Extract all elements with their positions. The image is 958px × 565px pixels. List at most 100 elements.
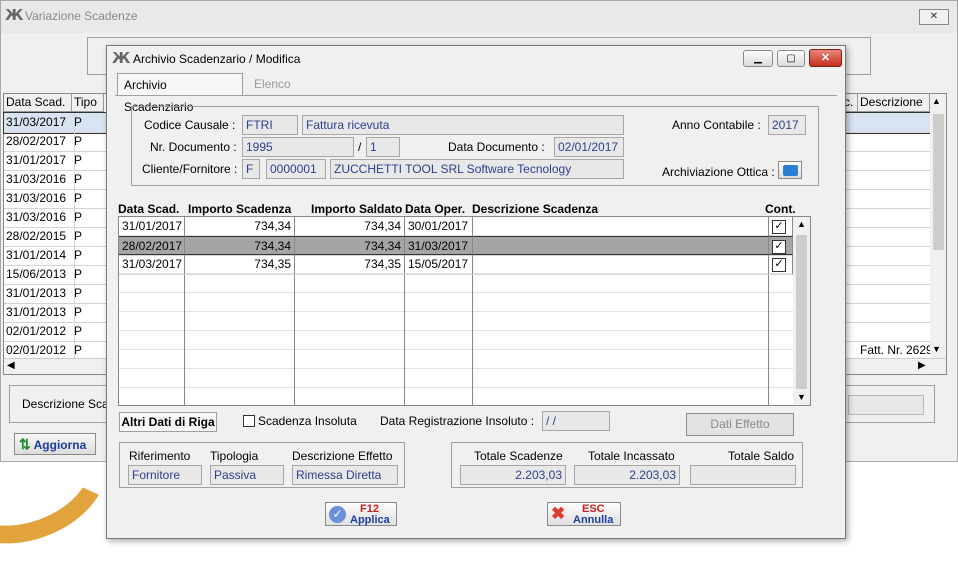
data-documento-field[interactable]: 02/01/2017 [554, 137, 624, 157]
bg-cell-descrizione [858, 189, 933, 208]
archiviazione-ottica-button[interactable] [778, 161, 802, 179]
scroll-left-icon[interactable]: ◀ [7, 360, 15, 371]
cliente-tipo-field[interactable]: F [242, 159, 260, 179]
cell-saldato: 734,34 [295, 236, 405, 255]
bg-cell-date: 02/01/2012 [4, 322, 75, 341]
bg-cell-tipo: P [72, 322, 107, 341]
modal-dialog: Ж Archivio Scadenzario / Modifica ▁ ▢ ✕ … [106, 45, 846, 539]
table-row[interactable]: 31/03/2017 734,35 734,35 15/05/2017 ✓ [119, 255, 793, 275]
descrizione-effetto-label: Descrizione Effetto [292, 449, 393, 463]
effetto-box: Riferimento Fornitore Tipologia Passiva … [119, 442, 405, 488]
cont-cell: ✓ [769, 217, 793, 236]
background-vertical-scrollbar[interactable]: ▲ ▼ [930, 94, 946, 358]
col-descrizione-scadenza[interactable]: Descrizione Scadenza [472, 202, 598, 216]
col-data-oper[interactable]: Data Oper. [405, 202, 465, 216]
cell-data-oper: 15/05/2017 [405, 255, 473, 274]
tipologia-field: Passiva [210, 465, 284, 485]
app-logo-icon: Ж [112, 49, 131, 67]
bg-cell-descrizione [858, 284, 933, 303]
minimize-button[interactable]: ▁ [743, 50, 773, 67]
bg-col-data-scad[interactable]: Data Scad. [4, 94, 72, 112]
scroll-up-icon[interactable]: ▲ [797, 219, 806, 229]
cliente-fornitore-label: Cliente/Fornitore : [142, 162, 238, 176]
modal-close-button[interactable]: ✕ [809, 49, 842, 67]
scroll-down-icon[interactable]: ▼ [797, 392, 806, 402]
codice-causale-code-field[interactable]: FTRI [242, 115, 298, 135]
app-logo-icon: Ж [5, 6, 24, 24]
applica-button[interactable]: ✓ F12 Applica [325, 502, 397, 526]
bg-col-tipo[interactable]: Tipo [72, 94, 104, 112]
annulla-label: Annulla [573, 514, 614, 526]
scroll-thumb[interactable] [796, 235, 807, 389]
riferimento-field: Fornitore [128, 465, 202, 485]
bg-cell-descrizione [858, 303, 933, 322]
col-cont[interactable]: Cont. [765, 202, 796, 216]
totale-saldo-label: Totale Saldo [728, 449, 795, 463]
checkmark-icon: ✓ [329, 506, 346, 523]
data-documento-label: Data Documento : [448, 140, 545, 154]
background-titlebar: Ж Variazione Scadenze ✕ [1, 1, 957, 33]
bg-cell-date: 31/03/2016 [4, 208, 75, 227]
col-importo-saldato[interactable]: Importo Saldato [311, 202, 402, 216]
table-row[interactable]: 28/02/2017 734,34 734,34 31/03/2017 ✓ [119, 236, 793, 256]
cell-importo: 734,35 [185, 255, 295, 274]
scadenze-grid[interactable]: 31/01/2017 734,34 734,34 30/01/2017 ✓ 28/02/2… [118, 216, 811, 406]
altri-dati-riga-button[interactable]: Altri Dati di Riga [119, 412, 217, 432]
col-importo-scadenza[interactable]: Importo Scadenza [188, 202, 291, 216]
bg-cell-tipo: P [72, 265, 107, 284]
dati-effetto-button[interactable]: Dati Effetto [686, 413, 794, 436]
cell-saldato: 734,34 [295, 217, 405, 236]
tipologia-label: Tipologia [210, 449, 259, 463]
bg-cell-descrizione [858, 246, 933, 265]
cell-importo: 734,34 [185, 217, 295, 236]
nr-documento-label: Nr. Documento : [150, 140, 237, 154]
bg-col-descrizione[interactable]: Descrizione [858, 94, 930, 112]
cont-cell: ✓ [769, 255, 793, 274]
applica-label: Applica [350, 514, 390, 526]
cell-descr [473, 255, 769, 274]
nr-documento-field[interactable]: 1995 [242, 137, 354, 157]
col-data-scad[interactable]: Data Scad. [118, 202, 179, 216]
document-header-box: Codice Causale : FTRI Fattura ricevuta A… [131, 106, 819, 186]
cell-data-scad: 31/03/2017 [119, 255, 185, 274]
cont-checkbox[interactable]: ✓ [772, 240, 786, 254]
bg-cell-descrizione [858, 113, 933, 132]
scroll-up-icon[interactable]: ▲ [932, 96, 941, 106]
maximize-button[interactable]: ▢ [777, 50, 805, 67]
bg-cell-tipo: P [72, 227, 107, 246]
scadenza-insoluta-checkbox[interactable] [243, 415, 255, 427]
scroll-thumb[interactable] [933, 114, 944, 250]
bg-cell-descrizione [858, 208, 933, 227]
data-reg-insoluto-field[interactable]: / / [542, 411, 610, 431]
archiviazione-ottica-label: Archiviazione Ottica : [662, 165, 775, 179]
nr-documento-suffix-field[interactable]: 1 [366, 137, 400, 157]
bg-description-field[interactable] [848, 395, 924, 415]
cliente-code-field[interactable]: 0000001 [266, 159, 326, 179]
tab-elenco[interactable]: Elenco [248, 73, 297, 95]
scanner-icon [783, 165, 798, 176]
scroll-right-icon[interactable]: ▶ [918, 360, 926, 371]
bg-cell-descrizione [858, 151, 933, 170]
bg-cell-tipo: P [72, 189, 107, 208]
bg-cell-tipo: P [72, 151, 107, 170]
background-close-button[interactable]: ✕ [919, 9, 949, 25]
table-row[interactable]: 31/01/2017 734,34 734,34 30/01/2017 ✓ [119, 217, 793, 237]
tab-archivio-scadenziario[interactable]: Archivio Scadenziario [117, 73, 243, 114]
data-reg-insoluto-label: Data Registrazione Insoluto : [380, 414, 535, 428]
anno-contabile-field[interactable]: 2017 [768, 115, 806, 135]
annulla-button[interactable]: ✖ ESC Annulla [547, 502, 621, 526]
descrizione-effetto-field: Rimessa Diretta [292, 465, 398, 485]
cell-data-scad: 31/01/2017 [119, 217, 185, 236]
grid-vertical-scrollbar[interactable]: ▲ ▼ [793, 217, 810, 405]
scroll-down-icon[interactable]: ▼ [932, 344, 941, 354]
cell-saldato: 734,35 [295, 255, 405, 274]
bg-cell-tipo: P [72, 113, 107, 132]
bg-cell-descrizione [858, 265, 933, 284]
cancel-x-icon: ✖ [551, 504, 566, 523]
cont-checkbox[interactable]: ✓ [772, 220, 786, 234]
bg-cell-tipo: P [72, 303, 107, 322]
scadenza-insoluta-label: Scadenza Insoluta [258, 414, 357, 428]
bg-cell-date: 28/02/2017 [4, 132, 75, 151]
bg-cell-date: 31/03/2017 [4, 113, 75, 132]
cont-checkbox[interactable]: ✓ [772, 258, 786, 272]
